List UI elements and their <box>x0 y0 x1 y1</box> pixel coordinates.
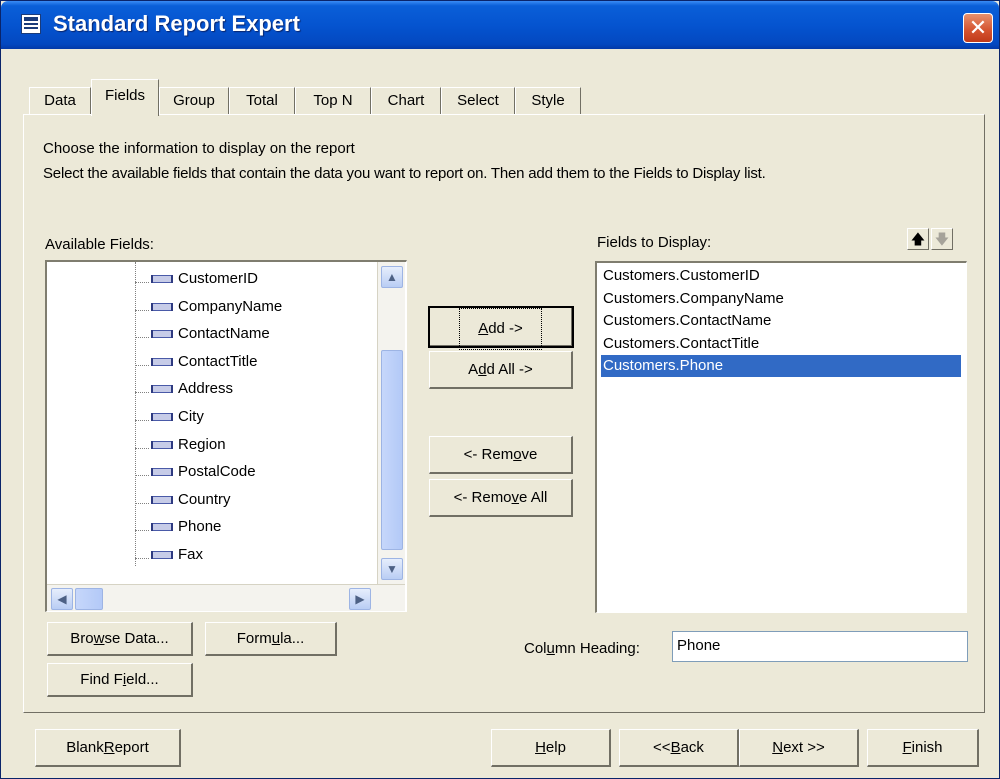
add-button[interactable]: Add -> <box>428 306 574 350</box>
tree-item-label: Region <box>178 435 226 453</box>
tree-connector-h <box>135 502 149 504</box>
column-heading-input[interactable]: Phone <box>672 631 968 662</box>
tree-item-field[interactable]: Region <box>151 436 226 462</box>
instruction-line-1: Choose the information to display on the… <box>43 140 355 157</box>
field-icon <box>151 523 173 532</box>
display-list-item[interactable]: Customers.CustomerID <box>601 265 961 287</box>
fields-to-display-list[interactable]: Customers.CustomerID Customers.CompanyNam… <box>595 261 967 613</box>
field-icon <box>151 440 173 449</box>
next-button[interactable]: Next >> <box>739 729 859 767</box>
field-icon <box>151 495 173 504</box>
tab-style[interactable]: Style <box>515 87 581 115</box>
horizontal-scrollbar[interactable]: ◀ ▶ <box>47 584 405 611</box>
display-list-item[interactable]: Customers.ContactName <box>601 310 961 332</box>
back-button[interactable]: << Back <box>619 729 739 767</box>
tab-chart[interactable]: Chart <box>371 87 441 115</box>
tree-connector-h <box>135 309 149 311</box>
tree-connector-h <box>135 392 149 394</box>
tab-fields[interactable]: Fields <box>91 79 159 116</box>
tree-connector-h <box>135 475 149 477</box>
tree-item-label: CustomerID <box>178 270 259 287</box>
field-icon <box>151 413 173 422</box>
tree-item-field[interactable]: Fax <box>151 546 203 572</box>
tree-item-field[interactable]: ContactTitle <box>151 353 257 379</box>
scroll-left-icon[interactable]: ◀ <box>51 588 73 610</box>
available-fields-label: Available Fields: <box>45 236 154 253</box>
tree-item-label: ContactName <box>178 325 270 343</box>
tree-item-label: Phone <box>178 518 222 536</box>
field-icon <box>151 330 173 339</box>
tab-select[interactable]: Select <box>441 87 515 115</box>
tab-group[interactable]: Group <box>159 87 229 115</box>
scroll-thumb[interactable] <box>381 350 403 550</box>
scroll-up-icon[interactable]: ▲ <box>381 266 403 288</box>
display-list-item[interactable]: Customers.ContactTitle <box>601 333 961 355</box>
field-icon <box>151 385 173 394</box>
column-heading-label: Column Heading: <box>524 640 640 657</box>
formula-button[interactable]: Formula... <box>205 622 337 656</box>
tab-top-n[interactable]: Top N <box>295 87 371 115</box>
tree-item-field[interactable]: City <box>151 408 204 434</box>
tree-item-label: Fax <box>178 546 204 563</box>
tree-item-field[interactable]: ContactName <box>151 325 270 351</box>
tree-item-label: PostalCode <box>178 463 256 481</box>
report-expert-window: Standard Report Expert ✕ Data Fields Gro… <box>0 0 1000 779</box>
tree-item-label: City <box>178 408 204 425</box>
scroll-down-icon[interactable]: ▼ <box>381 558 403 580</box>
remove-button[interactable]: <- Remove <box>429 436 573 474</box>
tree-item-field[interactable]: Phone <box>151 518 221 544</box>
blank-report-button[interactable]: Blank Report <box>35 729 181 767</box>
tree-item-field[interactable]: CustomerID <box>151 270 258 296</box>
tree-connector-h <box>135 337 149 339</box>
tree-connector-h <box>135 558 149 559</box>
tree-item-field[interactable]: PostalCode <box>151 463 256 489</box>
instruction-line-2: Select the available fields that contain… <box>43 165 766 182</box>
tree-connector-h <box>135 420 149 421</box>
close-button[interactable]: ✕ <box>963 13 993 43</box>
fields-to-display-label: Fields to Display: <box>597 234 712 251</box>
tree-connector-h <box>135 364 149 366</box>
finish-button[interactable]: Finish <box>867 729 979 767</box>
hscroll-thumb[interactable] <box>75 588 103 610</box>
window-title: Standard Report Expert <box>53 11 300 36</box>
tree-item-field[interactable]: CompanyName <box>151 298 282 324</box>
display-list-item[interactable]: Customers.CompanyName <box>601 288 961 310</box>
tree-connector-h <box>135 447 149 449</box>
field-icon <box>151 468 173 477</box>
display-list-item[interactable]: Customers.Phone <box>601 355 961 377</box>
browse-data-button[interactable]: Browse Data... <box>47 622 193 656</box>
field-icon <box>151 275 173 284</box>
available-fields-tree[interactable]: CustomerID CompanyName ContactName ContactT… <box>45 260 407 612</box>
help-button[interactable]: Help <box>491 729 611 767</box>
app-icon <box>21 14 41 34</box>
tree-connector-h <box>135 282 149 283</box>
tab-data[interactable]: Data <box>29 87 91 115</box>
vertical-scrollbar[interactable]: ▲ ▼ <box>377 262 405 584</box>
find-field-button[interactable]: Find Field... <box>47 663 193 697</box>
field-icon <box>151 302 173 311</box>
tab-total[interactable]: Total <box>229 87 295 115</box>
add-all-button[interactable]: Add All -> <box>429 351 573 389</box>
tree-item-label: Country <box>178 490 231 508</box>
field-icon <box>151 551 173 560</box>
tree-item-field[interactable]: Country <box>151 491 231 517</box>
move-up-icon[interactable]: 🡅 <box>907 228 929 250</box>
tree-item-label: Address <box>178 380 234 398</box>
tree-item-label: CompanyName <box>178 297 283 315</box>
tree-connector-h <box>135 530 149 532</box>
remove-all-button[interactable]: <- Remove All <box>429 479 573 517</box>
scroll-right-icon[interactable]: ▶ <box>349 588 371 610</box>
title-bar[interactable]: Standard Report Expert ✕ <box>1 1 999 49</box>
move-down-icon[interactable]: 🡇 <box>931 228 953 250</box>
tree-item-label: ContactTitle <box>178 352 258 370</box>
tree-item-field[interactable]: Address <box>151 380 233 406</box>
field-icon <box>151 357 173 366</box>
tree-connector <box>135 262 136 566</box>
